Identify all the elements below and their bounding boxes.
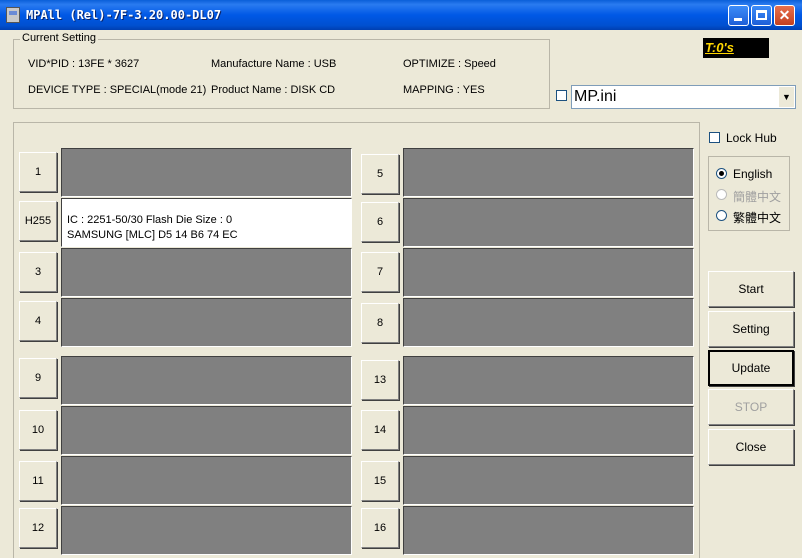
slot-status-13	[403, 356, 694, 405]
slot-button-h255[interactable]: H255	[19, 201, 57, 241]
slot-status-3	[61, 248, 352, 297]
current-setting-legend: Current Setting	[20, 32, 98, 44]
product-name-info: Product Name : DISK CD	[211, 84, 336, 96]
minimize-button[interactable]	[728, 5, 749, 26]
title-bar[interactable]: MPAll (Rel)-7F-3.20.00-DL07 ✕	[0, 0, 802, 30]
slot-button-12[interactable]: 12	[19, 508, 57, 548]
device-type-info: DEVICE TYPE : SPECIAL(mode 21)	[28, 84, 207, 96]
app-icon[interactable]	[6, 7, 20, 23]
slot-button-13[interactable]: 13	[361, 360, 399, 400]
start-button[interactable]: Start	[708, 271, 794, 307]
slot-button-4[interactable]: 4	[19, 301, 57, 341]
maximize-button[interactable]	[751, 5, 772, 26]
ini-file-select[interactable]: MP.ini ▼	[571, 85, 796, 109]
ini-file-value: MP.ini	[574, 88, 617, 105]
slot-status-4	[61, 298, 352, 347]
radio-simplified-chinese[interactable]	[716, 189, 727, 200]
slot-status-10	[61, 406, 352, 455]
slot-button-3[interactable]: 3	[19, 252, 57, 292]
lock-hub-label: Lock Hub	[726, 131, 777, 145]
ini-checkbox[interactable]	[556, 90, 567, 101]
slot-status-14	[403, 406, 694, 455]
slot-button-11[interactable]: 11	[19, 461, 57, 501]
slot-status-15	[403, 456, 694, 505]
maximize-icon	[756, 10, 767, 20]
close-button[interactable]: Close	[708, 429, 794, 465]
slot-button-14[interactable]: 14	[361, 410, 399, 450]
minimize-icon	[734, 18, 742, 21]
slot-button-7[interactable]: 7	[361, 252, 399, 292]
radio-traditional-chinese[interactable]	[716, 210, 727, 221]
slot-button-16[interactable]: 16	[361, 508, 399, 548]
window-title: MPAll (Rel)-7F-3.20.00-DL07	[26, 8, 222, 22]
slot-status-h255: IC : 2251-50/30 Flash Die Size : 0 SAMSU…	[61, 198, 352, 247]
timer-display: T:0's	[703, 38, 769, 58]
timer-text: T:0's	[705, 40, 734, 55]
slot-status-12	[61, 506, 352, 555]
slot-status-6	[403, 198, 694, 247]
label-simplified-chinese: 簡體中文	[733, 190, 782, 204]
slot-status-1	[61, 148, 352, 197]
close-icon: ✕	[778, 7, 791, 23]
slot-status-11	[61, 456, 352, 505]
slot-button-1[interactable]: 1	[19, 152, 57, 192]
slot-button-8[interactable]: 8	[361, 303, 399, 343]
label-traditional-chinese: 繁體中文	[733, 211, 782, 225]
slot-status-16	[403, 506, 694, 555]
close-window-button[interactable]: ✕	[774, 5, 795, 26]
slot-button-9[interactable]: 9	[19, 358, 57, 398]
slot-status-8	[403, 298, 694, 347]
slot-button-6[interactable]: 6	[361, 202, 399, 242]
manufacture-name-info: Manufacture Name : USB	[211, 58, 337, 70]
slot-status-7	[403, 248, 694, 297]
slot-flash-info: SAMSUNG [MLC] D5 14 B6 74 EC	[67, 229, 238, 241]
label-english: English	[733, 167, 773, 181]
update-button[interactable]: Update	[708, 350, 794, 386]
slot-button-15[interactable]: 15	[361, 461, 399, 501]
slot-ic-info: IC : 2251-50/30 Flash Die Size : 0	[67, 214, 233, 226]
vid-pid-info: VID*PID : 13FE * 3627	[28, 58, 140, 70]
stop-button[interactable]: STOP	[708, 389, 794, 425]
slot-button-10[interactable]: 10	[19, 410, 57, 450]
current-setting-group	[13, 39, 550, 109]
slot-button-5[interactable]: 5	[361, 154, 399, 194]
slot-status-9	[61, 356, 352, 405]
mapping-info: MAPPING : YES	[403, 84, 485, 96]
slot-status-5	[403, 148, 694, 197]
optimize-info: OPTIMIZE : Speed	[403, 58, 496, 70]
radio-english[interactable]	[716, 168, 727, 179]
setting-button[interactable]: Setting	[708, 311, 794, 347]
lock-hub-checkbox[interactable]	[709, 132, 720, 143]
dropdown-arrow-icon[interactable]: ▼	[779, 87, 794, 107]
